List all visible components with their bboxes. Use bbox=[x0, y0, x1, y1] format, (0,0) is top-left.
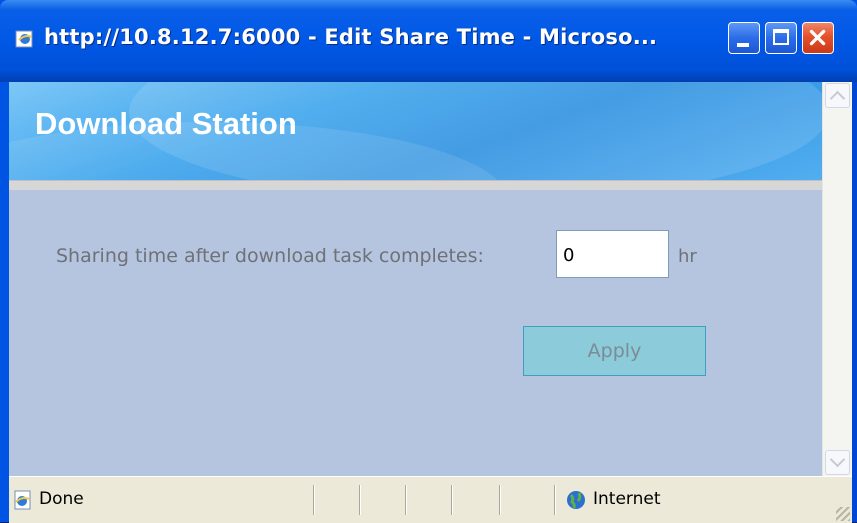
security-zone-label: Internet bbox=[593, 489, 661, 509]
ie-page-icon bbox=[14, 490, 31, 510]
share-time-input[interactable] bbox=[556, 230, 669, 278]
minimize-button[interactable] bbox=[728, 22, 760, 54]
header-banner: Download Station bbox=[9, 82, 822, 180]
status-divider bbox=[451, 485, 453, 515]
scroll-down-icon[interactable] bbox=[825, 450, 850, 475]
status-divider bbox=[499, 485, 501, 515]
resize-grip-icon[interactable] bbox=[836, 507, 850, 521]
unit-label: hr bbox=[678, 246, 697, 267]
ie-page-icon bbox=[15, 30, 33, 48]
close-button[interactable] bbox=[802, 22, 834, 54]
page-content: Download Station Sharing time after down… bbox=[9, 82, 822, 476]
status-text: Done bbox=[39, 489, 84, 509]
page-title: Download Station bbox=[35, 106, 297, 141]
close-icon bbox=[809, 29, 826, 46]
status-divider bbox=[405, 485, 407, 515]
status-divider bbox=[313, 485, 315, 515]
maximize-icon bbox=[773, 29, 789, 45]
status-divider bbox=[554, 485, 556, 515]
window-frame-edge bbox=[852, 82, 857, 522]
apply-button[interactable]: Apply bbox=[523, 326, 706, 376]
status-bar: Done Internet bbox=[9, 476, 852, 523]
globe-icon bbox=[567, 491, 585, 509]
window-title: http://10.8.12.7:6000 - Edit Share Time … bbox=[44, 25, 658, 49]
scroll-up-icon[interactable] bbox=[825, 83, 850, 108]
minimize-icon bbox=[737, 43, 749, 47]
vertical-scrollbar[interactable] bbox=[822, 82, 853, 476]
title-bar[interactable]: http://10.8.12.7:6000 - Edit Share Time … bbox=[0, 0, 857, 82]
status-divider bbox=[359, 485, 361, 515]
maximize-button[interactable] bbox=[765, 22, 797, 54]
browser-window: http://10.8.12.7:6000 - Edit Share Time … bbox=[0, 0, 857, 523]
header-divider bbox=[9, 180, 822, 190]
share-time-label: Sharing time after download task complet… bbox=[56, 245, 484, 267]
